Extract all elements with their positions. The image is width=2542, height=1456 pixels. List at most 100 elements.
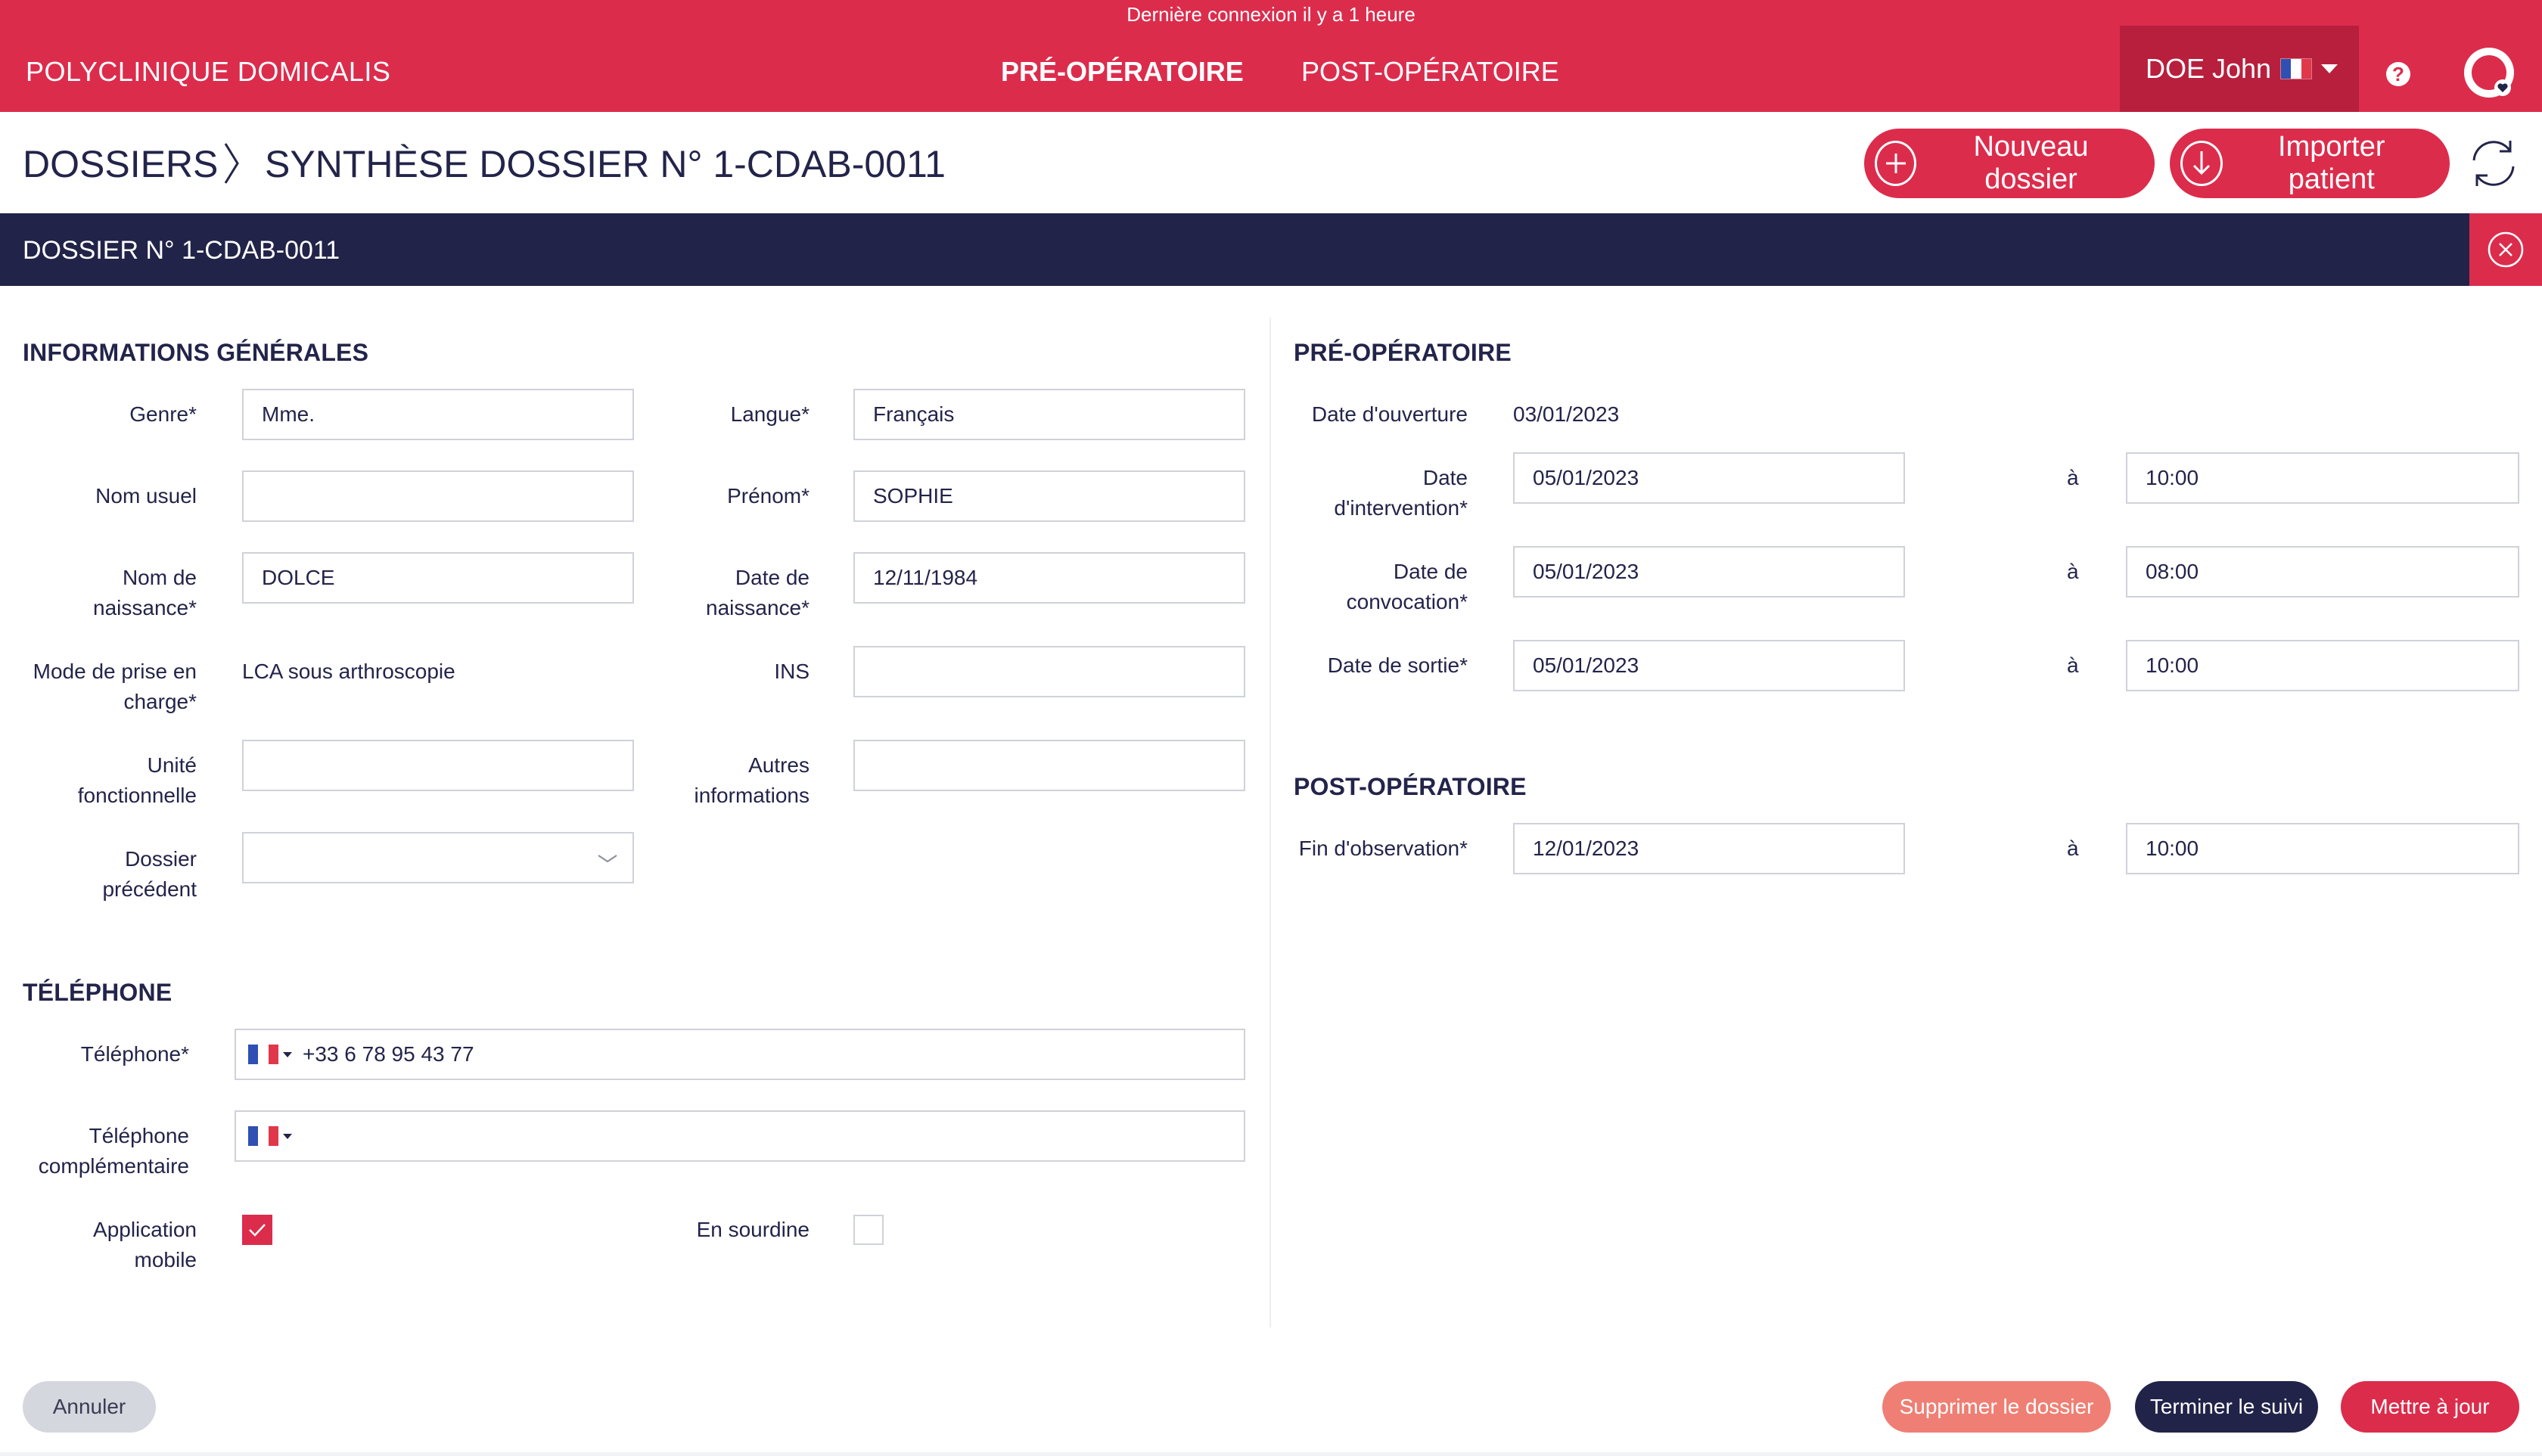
download-circle-icon <box>2180 141 2223 186</box>
date-ouverture-value: 03/01/2023 <box>1513 402 1620 426</box>
langue-field[interactable] <box>853 389 1245 440</box>
dossier-title: DOSSIER N° 1-CDAB-0011 <box>23 236 340 265</box>
section-title-post-operatoire: POST-OPÉRATOIRE <box>1294 773 1527 800</box>
column-divider <box>1269 318 1271 1327</box>
telephone-complementaire-label: Téléphone complémentaire <box>23 1121 189 1181</box>
fin-observation-label: Fin d'observation* <box>1298 837 1468 860</box>
app-logo-icon[interactable] <box>2462 45 2516 100</box>
telephone-input[interactable] <box>303 1032 1244 1077</box>
nav-tab-post-operatoire[interactable]: POST-OPÉRATOIRE <box>1301 56 1559 88</box>
heure-fin-observation-field[interactable] <box>2126 823 2519 874</box>
heure-convocation-field[interactable] <box>2126 546 2519 598</box>
nom-naissance-label-line1: Nom de <box>122 566 197 589</box>
top-header: Dernière connexion il y a 1 heure POLYCL… <box>0 0 2542 112</box>
a-label: à <box>2067 837 2079 860</box>
genre-label: Genre* <box>129 402 197 426</box>
genre-field[interactable] <box>242 389 634 440</box>
country-caret-icon[interactable] <box>283 1051 292 1057</box>
nom-naissance-field[interactable] <box>242 552 634 604</box>
cancel-button[interactable]: Annuler <box>23 1381 156 1433</box>
chevron-down-icon <box>598 855 617 863</box>
ins-label: INS <box>774 660 810 683</box>
telephone-complementaire-input[interactable] <box>303 1113 1244 1159</box>
chevron-down-icon <box>2321 64 2338 73</box>
nav-tab-pre-operatoire[interactable]: PRÉ-OPÉRATOIRE <box>1001 56 1244 88</box>
autres-informations-label: Autres informations <box>651 750 810 811</box>
nom-usuel-field[interactable] <box>242 470 634 522</box>
nom-naissance-label: Nom de naissance* <box>23 563 197 623</box>
app-label-line2: mobile <box>134 1248 197 1271</box>
mode-label-line1: Mode de prise en <box>33 660 197 683</box>
unite-label-line1: Unité <box>147 753 197 777</box>
date-naissance-label-line1: Date de <box>735 566 810 589</box>
clinic-name: POLYCLINIQUE DOMICALIS <box>26 56 391 87</box>
date-convocation-label: Date de convocation* <box>1286 557 1468 617</box>
application-mobile-checkbox[interactable] <box>242 1215 272 1245</box>
import-patient-label: Importer patient <box>2278 131 2385 195</box>
date-sortie-label: Date de sortie* <box>1327 653 1468 677</box>
prenom-field[interactable] <box>853 470 1245 522</box>
application-mobile-label: Application mobile <box>23 1215 197 1275</box>
checkmark-icon <box>249 1224 266 1237</box>
update-button[interactable]: Mettre à jour <box>2341 1381 2519 1433</box>
breadcrumb-dossiers[interactable]: DOSSIERS <box>23 142 218 186</box>
unite-fonctionnelle-field[interactable] <box>242 740 634 791</box>
date-naissance-field[interactable] <box>853 552 1245 604</box>
en-sourdine-label: En sourdine <box>696 1218 810 1241</box>
bottom-divider <box>0 1452 2542 1456</box>
section-title-pre-operatoire: PRÉ-OPÉRATOIRE <box>1294 339 1512 366</box>
new-file-label: Nouveau dossier <box>1973 131 2089 195</box>
fin-observation-field[interactable] <box>1513 823 1905 874</box>
mode-prise-en-charge-label: Mode de prise en charge* <box>15 657 197 717</box>
intervention-label-line2: d'intervention* <box>1334 496 1468 520</box>
user-name: DOE John <box>2146 53 2272 84</box>
unite-fonctionnelle-label: Unité fonctionnelle <box>23 750 197 811</box>
dossier-prec-label-line2: précédent <box>102 877 197 901</box>
chevron-right-icon <box>224 143 239 184</box>
telephone-complementaire-field[interactable] <box>235 1110 1245 1162</box>
heure-sortie-field[interactable] <box>2126 640 2519 691</box>
close-circle-icon <box>2488 231 2524 268</box>
en-sourdine-checkbox[interactable] <box>853 1215 884 1245</box>
new-file-button[interactable]: Nouveau dossier <box>1864 129 2155 198</box>
langue-label: Langue* <box>730 402 810 426</box>
refresh-icon[interactable] <box>2465 135 2522 192</box>
a-label: à <box>2067 466 2079 489</box>
breadcrumb: DOSSIERS SYNTHÈSE DOSSIER N° 1-CDAB-0011… <box>0 112 2542 213</box>
date-convocation-field[interactable] <box>1513 546 1905 598</box>
intervention-label-line1: Date <box>1422 466 1468 489</box>
dossier-precedent-label: Dossier précédent <box>23 844 197 905</box>
date-naissance-label: Date de naissance* <box>651 563 810 623</box>
user-menu[interactable]: DOE John <box>2120 26 2359 112</box>
country-caret-icon[interactable] <box>283 1133 292 1139</box>
convocation-label-line2: convocation* <box>1346 590 1468 613</box>
mode-prise-en-charge-value: LCA sous arthroscopie <box>242 660 455 683</box>
help-icon[interactable]: ? <box>2386 62 2410 86</box>
convocation-label-line1: Date de <box>1393 560 1468 583</box>
dossier-bar: DOSSIER N° 1-CDAB-0011 <box>0 213 2542 286</box>
autres-label-line1: Autres <box>748 753 810 777</box>
mode-label-line2: charge* <box>123 690 197 713</box>
section-title-general-info: INFORMATIONS GÉNÉRALES <box>23 339 369 366</box>
french-flag-icon <box>2280 58 2313 79</box>
nom-naissance-label-line2: naissance* <box>93 596 197 619</box>
import-patient-button[interactable]: Importer patient <box>2170 129 2450 198</box>
a-label: à <box>2067 560 2079 583</box>
date-intervention-field[interactable] <box>1513 452 1905 504</box>
prenom-label: Prénom* <box>727 484 810 508</box>
app-label-line1: Application <box>93 1218 197 1241</box>
dossier-precedent-select[interactable] <box>242 832 634 883</box>
date-sortie-field[interactable] <box>1513 640 1905 691</box>
close-dossier-button[interactable] <box>2469 213 2542 286</box>
phone2-label-line1: Téléphone <box>89 1124 189 1147</box>
french-flag-icon <box>248 1045 278 1064</box>
end-follow-up-button[interactable]: Terminer le suivi <box>2135 1381 2318 1433</box>
telephone-field[interactable] <box>235 1029 1245 1080</box>
autres-informations-field[interactable] <box>853 740 1245 791</box>
heure-intervention-field[interactable] <box>2126 452 2519 504</box>
date-intervention-label: Date d'intervention* <box>1286 463 1468 523</box>
delete-file-button[interactable]: Supprimer le dossier <box>1882 1381 2111 1433</box>
phone2-label-line2: complémentaire <box>38 1154 189 1178</box>
ins-field[interactable] <box>853 646 1245 697</box>
a-label: à <box>2067 653 2079 677</box>
